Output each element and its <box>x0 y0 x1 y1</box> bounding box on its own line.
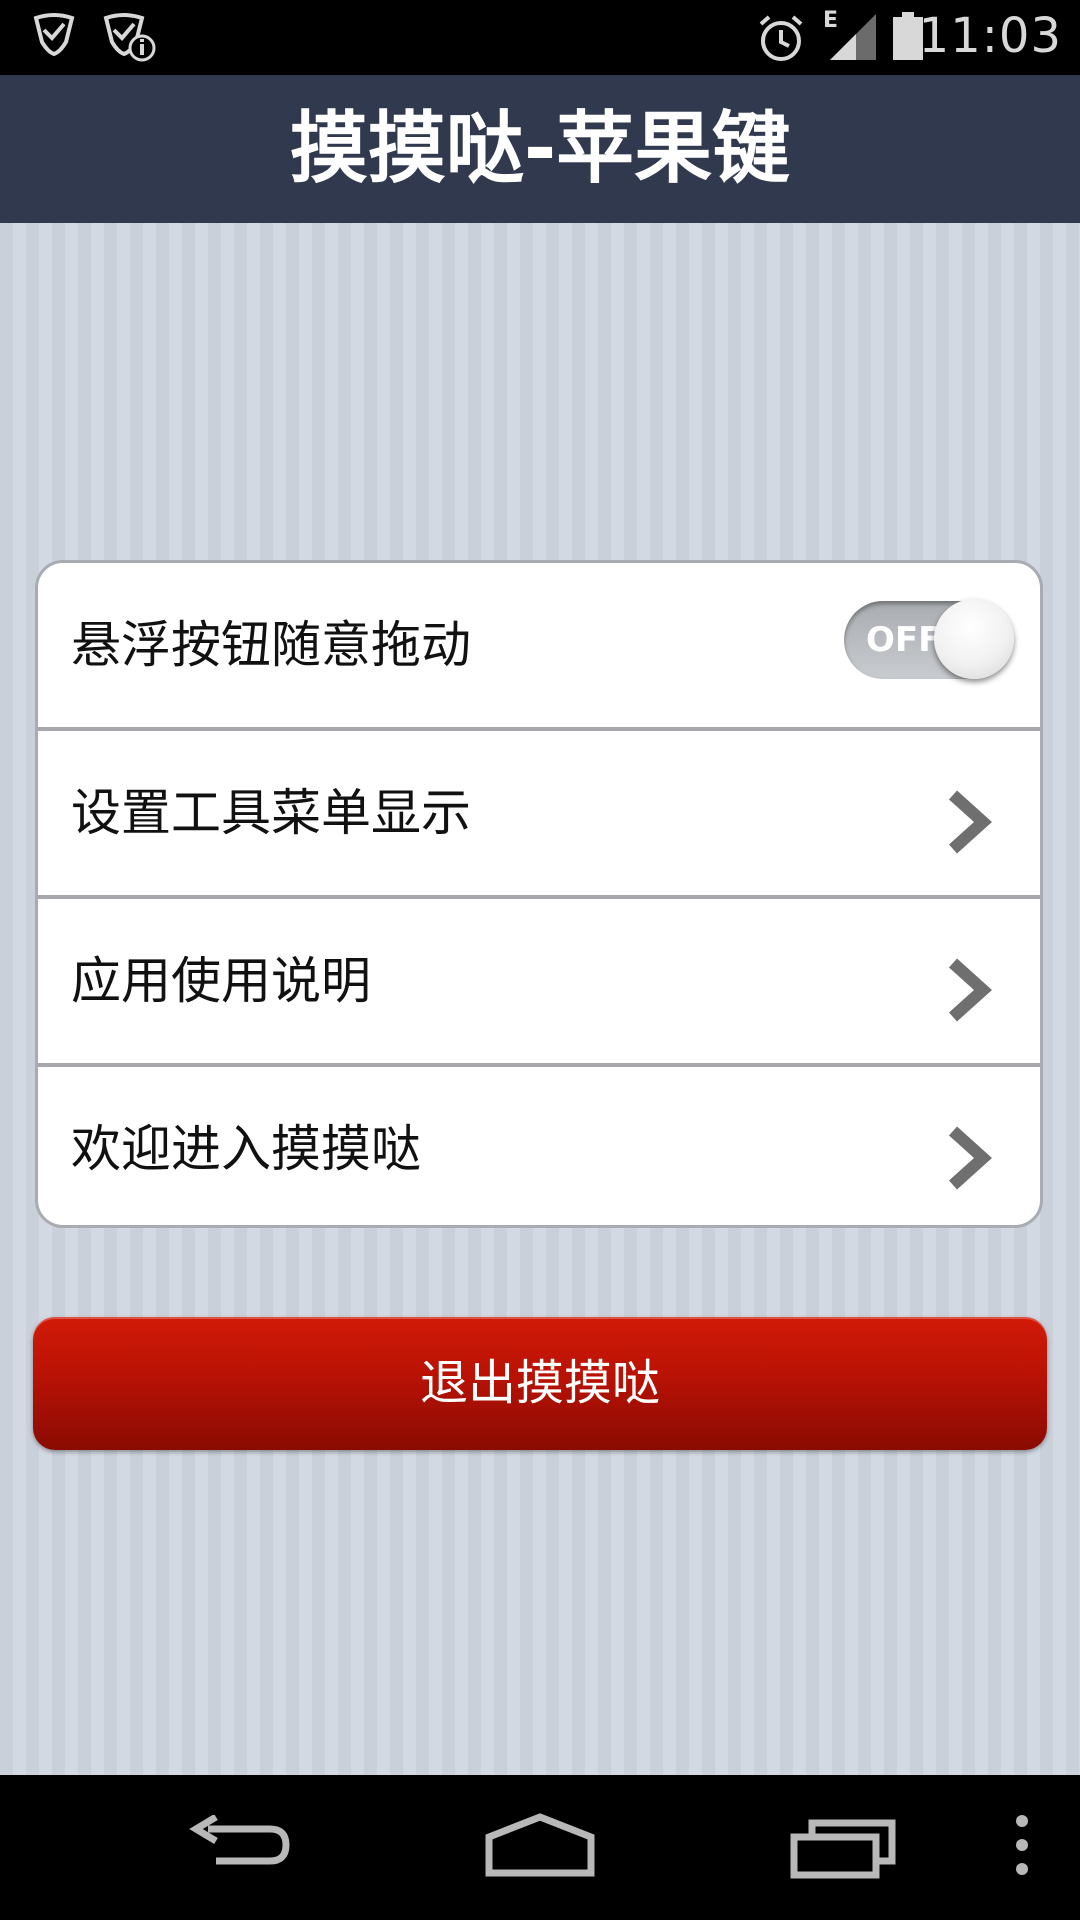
settings-item-label: 设置工具菜单显示 <box>71 784 471 842</box>
chevron-right-icon <box>948 790 992 854</box>
chevron-right-icon <box>948 1126 992 1190</box>
recent-apps-icon[interactable] <box>790 1817 896 1879</box>
settings-item-welcome[interactable]: 欢迎进入摸摸哒 <box>38 1067 1040 1225</box>
chevron-right-icon <box>948 958 992 1022</box>
toggle-knob[interactable] <box>934 599 1014 679</box>
settings-item-label: 应用使用说明 <box>71 952 371 1010</box>
app-screen: E 11:03 摸摸哒-苹果键 悬浮按钮随意拖动 OFF 设置工具菜单显示 应用… <box>0 0 1080 1920</box>
exit-button-label: 退出摸摸哒 <box>419 1355 660 1411</box>
status-bar: E 11:03 <box>0 0 1080 75</box>
settings-item-label: 欢迎进入摸摸哒 <box>71 1120 421 1178</box>
home-icon[interactable] <box>485 1813 595 1877</box>
toggle-state-label: OFF <box>866 620 942 660</box>
back-icon[interactable] <box>186 1815 292 1875</box>
settings-list: 悬浮按钮随意拖动 OFF 设置工具菜单显示 应用使用说明 欢迎进入摸摸哒 <box>35 560 1043 1228</box>
drag-float-toggle[interactable]: OFF <box>844 599 1014 679</box>
navigation-bar <box>0 1775 1080 1920</box>
main-content: 悬浮按钮随意拖动 OFF 设置工具菜单显示 应用使用说明 欢迎进入摸摸哒 退出摸… <box>0 223 1080 1775</box>
settings-item-drag-float-button: 悬浮按钮随意拖动 OFF <box>38 563 1040 728</box>
page-title: 摸摸哒-苹果键 <box>289 104 791 194</box>
alarm-clock-icon <box>759 15 803 61</box>
settings-item-tool-menu[interactable]: 设置工具菜单显示 <box>38 731 1040 896</box>
shield-info-icon <box>103 13 156 62</box>
shield-check-icon <box>33 13 75 57</box>
settings-item-label: 悬浮按钮随意拖动 <box>71 616 471 674</box>
signal-icon <box>830 14 876 60</box>
exit-button[interactable]: 退出摸摸哒 <box>33 1317 1047 1450</box>
overflow-menu-icon[interactable] <box>1012 1813 1032 1877</box>
settings-item-instructions[interactable]: 应用使用说明 <box>38 899 1040 1064</box>
title-bar: 摸摸哒-苹果键 <box>0 75 1080 223</box>
status-time: 11:03 <box>918 8 1062 64</box>
